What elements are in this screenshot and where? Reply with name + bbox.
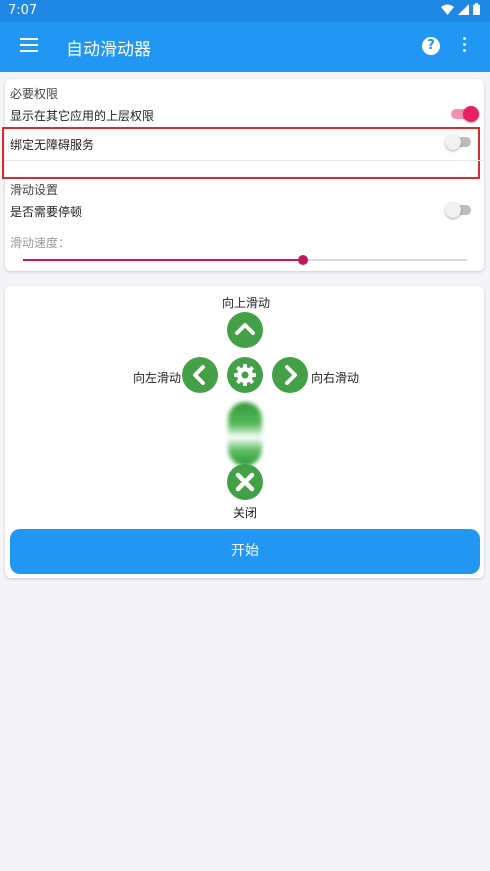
start-button[interactable]: 开始 xyxy=(10,529,480,574)
close-button[interactable] xyxy=(227,464,263,500)
swipe-up-label: 向上滑动 xyxy=(222,296,271,310)
toggle-knob xyxy=(445,202,461,218)
gear-icon xyxy=(234,364,256,386)
more-options-icon[interactable] xyxy=(461,37,467,55)
swipe-up-button[interactable] xyxy=(227,312,263,348)
battery-icon xyxy=(473,3,480,15)
close-label: 关闭 xyxy=(233,506,258,520)
settings-button[interactable] xyxy=(227,357,263,393)
chevron-up-icon xyxy=(235,323,255,335)
swipe-right-label: 向右滑动 xyxy=(311,371,360,385)
speed-label: 滑动速度： xyxy=(10,236,71,250)
overlay-permission-toggle[interactable] xyxy=(451,106,479,122)
status-icons xyxy=(441,3,480,15)
app-bar: 自动滑动器 ? xyxy=(0,22,490,72)
divider xyxy=(5,160,484,161)
speed-slider-fill xyxy=(23,259,303,261)
menu-icon[interactable] xyxy=(20,38,38,52)
overlay-permission-label: 显示在其它应用的上层权限 xyxy=(10,109,155,123)
wifi-icon xyxy=(441,4,454,15)
swipe-down-button-blurred[interactable] xyxy=(228,402,262,466)
swipe-settings-section-title: 滑动设置 xyxy=(10,183,59,197)
permissions-section-title: 必要权限 xyxy=(10,87,59,101)
pause-label: 是否需要停顿 xyxy=(10,205,83,219)
swipe-left-button[interactable] xyxy=(182,357,218,393)
chevron-left-icon xyxy=(193,365,205,385)
status-bar: 7:07 xyxy=(0,0,490,22)
speed-slider-thumb[interactable] xyxy=(297,255,308,265)
accessibility-service-toggle[interactable] xyxy=(445,134,471,150)
toggle-knob xyxy=(463,106,479,122)
speed-slider[interactable] xyxy=(23,255,467,265)
highlight-box xyxy=(2,127,480,179)
swipe-left-label: 向左滑动 xyxy=(133,371,182,385)
signal-icon xyxy=(458,3,469,15)
swipe-right-button[interactable] xyxy=(272,357,308,393)
chevron-right-icon xyxy=(285,365,297,385)
status-time: 7:07 xyxy=(8,3,38,18)
close-icon xyxy=(235,472,255,492)
app-title: 自动滑动器 xyxy=(66,40,151,60)
accessibility-service-label: 绑定无障碍服务 xyxy=(10,138,95,152)
pause-toggle[interactable] xyxy=(445,202,471,218)
help-icon[interactable]: ? xyxy=(422,37,440,55)
toggle-knob xyxy=(445,134,461,150)
